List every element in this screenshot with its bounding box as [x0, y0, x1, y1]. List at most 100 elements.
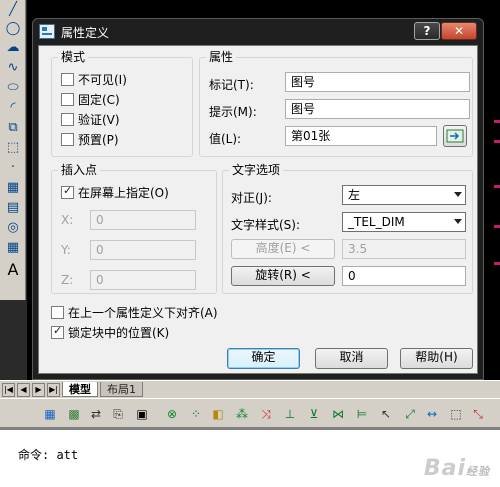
default-value-label: 值(L): [209, 132, 242, 146]
dialog-title: 属性定义 [61, 26, 110, 40]
ok-button[interactable]: 确定 [227, 348, 300, 369]
draw-toolbar: ╱ ◯ ☁ ∿ ⬭ ◜ ⧉ ⬚ · ▦ ▤ ◎ ▦ A [0, 0, 26, 300]
default-value-input[interactable]: 第01张 [285, 126, 437, 146]
text-style-value: _TEL_DIM [348, 215, 405, 229]
gradient-tool-icon[interactable]: ▤ [3, 198, 23, 216]
last-tab-icon[interactable]: ▶| [47, 382, 60, 397]
insert-block-icon[interactable]: ⧉ [3, 118, 23, 136]
verify-checkbox[interactable]: 验证(V) [61, 111, 120, 128]
title-close-button[interactable]: ✕ [441, 22, 477, 40]
justification-dropdown-icon [454, 192, 462, 197]
command-window[interactable]: 命令: att Bai经验 [0, 428, 500, 487]
attribute-group-title: 属性 [206, 50, 237, 64]
rotate-icon[interactable]: ⊻ [306, 406, 322, 422]
constant-checkbox-box[interactable] [61, 93, 74, 106]
attribute-dialog-icon [39, 24, 55, 39]
verify-checkbox-box[interactable] [61, 113, 74, 126]
revcloud-tool-icon[interactable]: ☁ [3, 38, 23, 56]
properties-icon[interactable]: ▦ [42, 406, 58, 422]
offset-icon[interactable]: ⁂ [234, 406, 250, 422]
y-input[interactable]: 0 [90, 240, 196, 260]
preset-checkbox-box[interactable] [61, 133, 74, 146]
hatch-tool-icon[interactable]: ▦ [3, 178, 23, 196]
circle-tool-icon[interactable]: ◯ [3, 19, 23, 37]
prev-tab-icon[interactable]: ◀ [17, 382, 30, 397]
preset-checkbox[interactable]: 预置(P) [61, 131, 119, 148]
invisible-checkbox-box[interactable] [61, 73, 74, 86]
move-icon[interactable]: ⊥ [282, 406, 298, 422]
mirror-icon[interactable]: ◧ [210, 406, 226, 422]
x-label: X: [61, 213, 74, 227]
make-block-icon[interactable]: ⬚ [3, 138, 23, 156]
z-label: Z: [61, 273, 74, 287]
text-options-group-title: 文字选项 [229, 163, 284, 177]
insertion-point-group-title: 插入点 [58, 163, 101, 177]
specify-on-screen-checkbox-box[interactable] [61, 184, 74, 199]
rotation-input[interactable]: 0 [342, 266, 466, 286]
text-style-label: 文字样式(S): [231, 218, 301, 232]
text-style-dropdown-icon [454, 219, 462, 224]
rotation-button[interactable]: 旋转(R) < [231, 266, 335, 286]
point-tool-icon[interactable]: · [3, 158, 23, 176]
drawing-edge-marks [494, 0, 500, 380]
specify-on-screen-checkbox[interactable]: 在屏幕上指定(O) [61, 184, 169, 201]
trim-icon[interactable]: ↖ [378, 406, 394, 422]
verify-label: 验证(V) [78, 113, 120, 127]
help-button[interactable]: 帮助(H) [400, 348, 473, 369]
extend-icon[interactable]: ⤢ [402, 406, 418, 422]
modify-toolbar: ▦ ▩ ⇄ ⎘ ▣ ⊗ ⁘ ◧ ⁂ ⤨ ⊥ ⊻ ⋈ ⊨ ↖ ⤢ ↔ ⬚ ⤡ [0, 398, 500, 428]
align-below-previous-checkbox[interactable]: 在上一个属性定义下对齐(A) [51, 304, 218, 321]
text-height-button[interactable]: 高度(E) < [231, 239, 335, 259]
array-icon[interactable]: ⤨ [258, 406, 274, 422]
dialog-title-bar[interactable]: 属性定义 ? ✕ [33, 19, 483, 45]
title-help-button[interactable]: ? [414, 22, 440, 40]
justification-select[interactable]: 左 [342, 185, 466, 205]
text-style-select[interactable]: _TEL_DIM [342, 212, 466, 232]
cancel-button[interactable]: 取消 [315, 348, 388, 369]
copy-icon[interactable]: ⁘ [188, 406, 204, 422]
table-tool-icon[interactable]: ▦ [3, 238, 23, 256]
prompt-input[interactable]: 图号 [285, 99, 470, 119]
spline-tool-icon[interactable]: ∿ [3, 58, 23, 76]
invisible-checkbox[interactable]: 不可见(I) [61, 71, 127, 88]
next-tab-icon[interactable]: ▶ [32, 382, 45, 397]
erase-icon[interactable]: ⊗ [164, 406, 180, 422]
tab-layout1[interactable]: 布局1 [100, 382, 143, 397]
align-below-previous-checkbox-box[interactable] [51, 306, 64, 319]
scale-icon[interactable]: ⋈ [330, 406, 346, 422]
preset-label: 预置(P) [78, 133, 119, 147]
z-input[interactable]: 0 [90, 270, 196, 290]
baidu-jingyan-watermark: Bai经验 [423, 456, 490, 481]
mode-group: 模式 不可见(I) 固定(C) 验证(V) 预置(P) [51, 50, 193, 157]
save-icon[interactable]: ▣ [134, 406, 150, 422]
attribute-definition-dialog: 属性定义 ? ✕ 模式 不可见(I) 固定(C) 验证(V) 预置(P) 属性 … [32, 18, 484, 380]
line-tool-icon[interactable]: ╱ [3, 0, 23, 18]
lock-position-checkbox[interactable]: 锁定块中的位置(K) [51, 324, 169, 341]
break-icon[interactable]: ↔ [424, 406, 440, 422]
tab-model[interactable]: 模型 [62, 382, 98, 397]
text-height-input[interactable]: 3.5 [342, 239, 466, 259]
insert-field-icon [446, 129, 464, 143]
join-icon[interactable]: ⬚ [448, 406, 464, 422]
chamfer-icon[interactable]: ⤡ [470, 406, 486, 422]
attribute-extract-icon[interactable]: ⎘ [110, 406, 126, 422]
lock-position-checkbox-box[interactable] [51, 324, 64, 339]
x-input[interactable]: 0 [90, 210, 196, 230]
prompt-label: 提示(M): [209, 105, 257, 119]
insert-field-button[interactable] [443, 125, 467, 147]
y-label: Y: [61, 243, 71, 257]
stretch-icon[interactable]: ⊨ [354, 406, 370, 422]
justification-value: 左 [348, 188, 361, 202]
first-tab-icon[interactable]: |◀ [2, 382, 15, 397]
constant-checkbox[interactable]: 固定(C) [61, 91, 120, 108]
tag-input[interactable]: 图号 [285, 72, 470, 92]
design-center-icon[interactable]: ▩ [66, 406, 82, 422]
ellipse-tool-icon[interactable]: ⬭ [3, 78, 23, 96]
region-tool-icon[interactable]: ◎ [3, 218, 23, 236]
tag-label: 标记(T): [209, 78, 254, 92]
block-editor-icon[interactable]: ⇄ [88, 406, 104, 422]
mtext-tool-icon[interactable]: A [3, 260, 23, 279]
ellipse-arc-tool-icon[interactable]: ◜ [3, 98, 23, 116]
align-below-previous-label: 在上一个属性定义下对齐(A) [68, 306, 218, 320]
lock-position-label: 锁定块中的位置(K) [68, 326, 170, 340]
